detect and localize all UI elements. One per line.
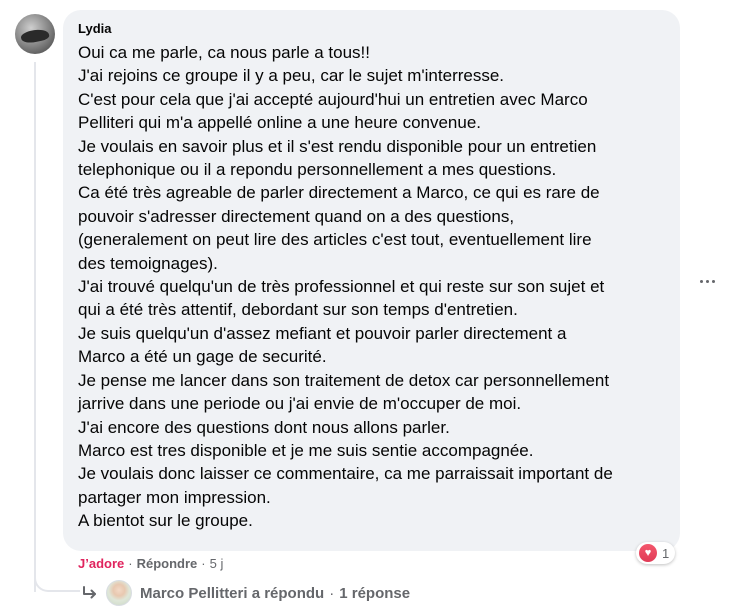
comment-text: Oui ca me parle, ca nous parle a tous!! … xyxy=(78,41,668,533)
more-options-button[interactable] xyxy=(696,273,718,289)
dot-icon xyxy=(705,279,709,283)
dot-icon xyxy=(699,279,703,283)
view-replies-link[interactable]: Marco Pellitteri a répondu · 1 réponse xyxy=(80,580,410,606)
separator-dot: · xyxy=(128,556,133,571)
comment-line: J'ai encore des questions dont nous allo… xyxy=(78,417,450,437)
comment-line: Oui ca me parle, ca nous parle a tous!! xyxy=(78,43,370,62)
avatar[interactable] xyxy=(15,14,55,54)
reply-button[interactable]: Répondre xyxy=(137,556,198,571)
avatar xyxy=(106,580,132,606)
comment-actions: J’adore · Répondre · 5 j xyxy=(78,556,223,571)
comment-line: Je suis quelqu'un d'assez mefiant et pou… xyxy=(78,323,567,343)
heart-icon: ♥ xyxy=(639,544,657,562)
comment-line: Je voulais donc laisser ce commentaire, … xyxy=(78,464,613,484)
comment-line: qui a été très attentif, debordant sur s… xyxy=(78,300,518,320)
comment-line: Je voulais en savoir plus et il s'est re… xyxy=(78,136,597,156)
comment-line: Ca été très agreable de parler directeme… xyxy=(78,183,600,203)
comment-author[interactable]: Lydia xyxy=(78,21,668,37)
comment-line: jarrive dans une periode ou j'ai envie d… xyxy=(78,394,522,414)
comment-line: J'ai trouvé quelqu'un de très profession… xyxy=(78,277,605,297)
comment-line: partager mon impression. xyxy=(78,487,271,507)
comment-line: Marco a été un gage de securité. xyxy=(78,347,327,367)
comment-line: J'ai rejoins ce groupe il y a peu, car l… xyxy=(78,66,505,86)
thread-line xyxy=(34,62,36,592)
comment-line: C'est pour cela que j'ai accepté aujourd… xyxy=(78,89,588,109)
comment-timestamp[interactable]: 5 j xyxy=(210,556,224,571)
love-reaction-button[interactable]: J’adore xyxy=(78,556,124,571)
separator-dot: · xyxy=(329,584,335,602)
comment-line: Marco est tres disponible et je me suis … xyxy=(78,440,534,460)
comment-line: (generalement on peut lire des articles … xyxy=(78,230,592,250)
replies-count: 1 réponse xyxy=(339,584,411,602)
separator-dot: · xyxy=(201,556,206,571)
comment-line: Pelliteri qui m'a appellé online a une h… xyxy=(78,113,482,133)
comment-line: Je pense me lancer dans son traitement d… xyxy=(78,370,610,390)
comment-bubble: Lydia Oui ca me parle, ca nous parle a t… xyxy=(63,10,680,551)
dot-icon xyxy=(711,279,715,283)
comment-line: telephonique ou il a repondu personnelle… xyxy=(78,160,557,180)
comment-line: A bientot sur le groupe. xyxy=(78,511,253,531)
thread-connector xyxy=(34,560,80,592)
replies-author-text: Marco Pellitteri a répondu xyxy=(140,584,325,602)
reaction-count: 1 xyxy=(662,545,670,561)
reply-arrow-icon xyxy=(83,586,96,599)
comment-line: des temoignages). xyxy=(78,253,218,273)
reaction-summary[interactable]: ♥ 1 xyxy=(636,542,676,564)
comment-line: pouvoir s'adresser directement quand on … xyxy=(78,206,515,226)
